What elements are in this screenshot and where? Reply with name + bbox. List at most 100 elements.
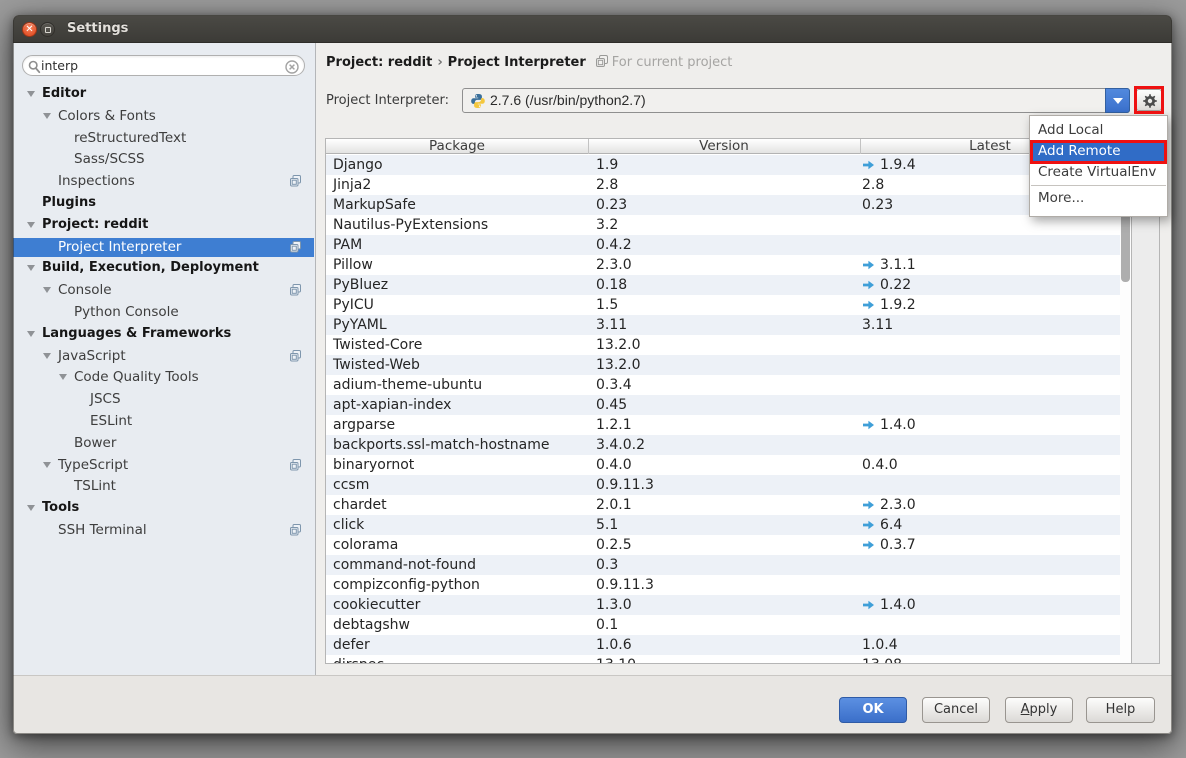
- sidebar-item-inspections[interactable]: Inspections: [13, 170, 314, 192]
- titlebar[interactable]: ✕ Settings: [13, 15, 1172, 43]
- package-row-argparse[interactable]: argparse1.2.11.4.0: [326, 415, 1120, 435]
- ok-button[interactable]: OK: [839, 697, 907, 723]
- package-name: Jinja2: [333, 175, 371, 195]
- upgrade-arrow-icon: [862, 260, 875, 270]
- package-row-cookiecutter[interactable]: cookiecutter1.3.01.4.0: [326, 595, 1120, 615]
- breadcrumb: Project: reddit›Project InterpreterFor c…: [326, 54, 732, 71]
- window-title: Settings: [67, 15, 128, 42]
- package-row-chardet[interactable]: chardet2.0.12.3.0: [326, 495, 1120, 515]
- sidebar-item-javascript[interactable]: JavaScript: [13, 345, 314, 367]
- package-version: 0.9.11.3: [596, 575, 654, 595]
- package-row-command-not-found[interactable]: command-not-found0.3: [326, 555, 1120, 575]
- sidebar-item-ssh-terminal[interactable]: SSH Terminal: [13, 519, 314, 541]
- package-row-apt-xapian-index[interactable]: apt-xapian-index0.45: [326, 395, 1120, 415]
- menu-item-add-remote[interactable]: Add Remote: [1030, 141, 1167, 162]
- expand-arrow-icon[interactable]: [43, 462, 51, 468]
- package-row-django[interactable]: Django1.91.9.4: [326, 155, 1120, 175]
- package-name: command-not-found: [333, 555, 476, 575]
- sidebar-item-label: Languages & Frameworks: [42, 323, 231, 345]
- sidebar-item-typescript[interactable]: TypeScript: [13, 454, 314, 476]
- menu-item-create-virtualenv[interactable]: Create VirtualEnv: [1030, 162, 1167, 183]
- package-row-defer[interactable]: defer1.0.61.0.4: [326, 635, 1120, 655]
- packages-table-body: Django1.91.9.4Jinja22.82.8MarkupSafe0.23…: [326, 155, 1120, 663]
- package-row-pillow[interactable]: Pillow2.3.03.1.1: [326, 255, 1120, 275]
- package-version: 13.2.0: [596, 335, 641, 355]
- close-button[interactable]: ✕: [22, 22, 37, 37]
- sidebar-item-languages-frameworks[interactable]: Languages & Frameworks: [13, 323, 314, 345]
- package-row-binaryornot[interactable]: binaryornot0.4.00.4.0: [326, 455, 1120, 475]
- package-name: Twisted-Web: [333, 355, 420, 375]
- main-panel: Project: reddit›Project InterpreterFor c…: [317, 43, 1172, 675]
- sidebar-item-label: Build, Execution, Deployment: [42, 257, 259, 279]
- package-row-ccsm[interactable]: ccsm0.9.11.3: [326, 475, 1120, 495]
- sidebar-item-tslint[interactable]: TSLint: [13, 475, 314, 497]
- column-header-package[interactable]: Package: [326, 139, 588, 154]
- apply-button[interactable]: Apply: [1005, 697, 1073, 723]
- sidebar-item-editor[interactable]: Editor: [13, 83, 314, 105]
- interpreter-combobox[interactable]: 2.7.6 (/usr/bin/python2.7): [462, 88, 1130, 113]
- package-row-colorama[interactable]: colorama0.2.50.3.7: [326, 535, 1120, 555]
- sidebar-item-python-console[interactable]: Python Console: [13, 301, 314, 323]
- settings-sidebar: interp EditorColors & FontsreStructuredT…: [13, 43, 316, 675]
- expand-arrow-icon[interactable]: [27, 331, 35, 337]
- package-row-backports.ssl-match-hostname[interactable]: backports.ssl-match-hostname3.4.0.2: [326, 435, 1120, 455]
- sidebar-item-console[interactable]: Console: [13, 279, 314, 301]
- menu-item-more[interactable]: More...: [1030, 188, 1167, 209]
- sidebar-item-jscs[interactable]: JSCS: [13, 388, 314, 410]
- package-row-pyyaml[interactable]: PyYAML3.113.11: [326, 315, 1120, 335]
- expand-arrow-icon[interactable]: [43, 113, 51, 119]
- expand-arrow-icon[interactable]: [27, 91, 35, 97]
- package-row-markupsafe[interactable]: MarkupSafe0.230.23: [326, 195, 1120, 215]
- sidebar-item-plugins[interactable]: Plugins: [13, 192, 314, 214]
- expand-arrow-icon[interactable]: [27, 265, 35, 271]
- package-row-twisted-web[interactable]: Twisted-Web13.2.0: [326, 355, 1120, 375]
- package-row-pybluez[interactable]: PyBluez0.180.22: [326, 275, 1120, 295]
- expand-arrow-icon[interactable]: [27, 505, 35, 511]
- expand-arrow-icon[interactable]: [43, 287, 51, 293]
- package-row-click[interactable]: click5.16.4: [326, 515, 1120, 535]
- sidebar-item-label: SSH Terminal: [58, 519, 147, 541]
- expand-arrow-icon[interactable]: [59, 374, 67, 380]
- search-input[interactable]: interp: [22, 55, 305, 76]
- sidebar-item-label: Python Console: [74, 301, 179, 323]
- sidebar-item-project-reddit[interactable]: Project: reddit: [13, 214, 314, 236]
- breadcrumb-project[interactable]: Project: reddit: [326, 55, 432, 70]
- package-row-pyicu[interactable]: PyICU1.51.9.2: [326, 295, 1120, 315]
- cancel-button[interactable]: Cancel: [922, 697, 990, 723]
- sidebar-item-sass-scss[interactable]: Sass/SCSS: [13, 148, 314, 170]
- package-row-dirspec[interactable]: dirspec13.1013.08: [326, 655, 1120, 663]
- package-row-compizconfig-python[interactable]: compizconfig-python0.9.11.3: [326, 575, 1120, 595]
- dialog-footer: OK Cancel Apply Help: [13, 675, 1172, 734]
- sidebar-item-build-execution-deployment[interactable]: Build, Execution, Deployment: [13, 257, 314, 279]
- sidebar-item-restructuredtext[interactable]: reStructuredText: [13, 127, 314, 149]
- sidebar-item-eslint[interactable]: ESLint: [13, 410, 314, 432]
- upgrade-arrow-icon: [862, 520, 875, 530]
- sidebar-item-tools[interactable]: Tools: [13, 497, 314, 519]
- expand-arrow-icon[interactable]: [43, 353, 51, 359]
- clear-search-icon[interactable]: [285, 59, 299, 78]
- package-row-jinja2[interactable]: Jinja22.82.8: [326, 175, 1120, 195]
- gear-button[interactable]: [1136, 89, 1162, 111]
- package-row-adium-theme-ubuntu[interactable]: adium-theme-ubuntu0.3.4: [326, 375, 1120, 395]
- interpreter-dropdown-button[interactable]: [1105, 88, 1130, 113]
- package-row-debtagshw[interactable]: debtagshw0.1: [326, 615, 1120, 635]
- sidebar-item-bower[interactable]: Bower: [13, 432, 314, 454]
- breadcrumb-separator: ›: [432, 55, 447, 70]
- package-row-nautilus-pyextensions[interactable]: Nautilus-PyExtensions3.2: [326, 215, 1120, 235]
- expand-arrow-icon[interactable]: [27, 222, 35, 228]
- package-name: chardet: [333, 495, 387, 515]
- sidebar-item-code-quality-tools[interactable]: Code Quality Tools: [13, 366, 314, 388]
- package-row-pam[interactable]: PAM0.4.2: [326, 235, 1120, 255]
- package-name: cookiecutter: [333, 595, 420, 615]
- sidebar-item-project-interpreter[interactable]: Project Interpreter: [13, 236, 314, 258]
- package-name: defer: [333, 635, 370, 655]
- help-button[interactable]: Help: [1086, 697, 1155, 723]
- vertical-scrollbar: [1120, 155, 1131, 663]
- menu-item-add-local[interactable]: Add Local: [1030, 120, 1167, 141]
- shared-settings-icon: [290, 241, 301, 257]
- breadcrumb-note: For current project: [612, 55, 733, 70]
- column-header-version[interactable]: Version: [588, 139, 860, 154]
- restore-button[interactable]: [40, 22, 55, 37]
- sidebar-item-colors-fonts[interactable]: Colors & Fonts: [13, 105, 314, 127]
- package-row-twisted-core[interactable]: Twisted-Core13.2.0: [326, 335, 1120, 355]
